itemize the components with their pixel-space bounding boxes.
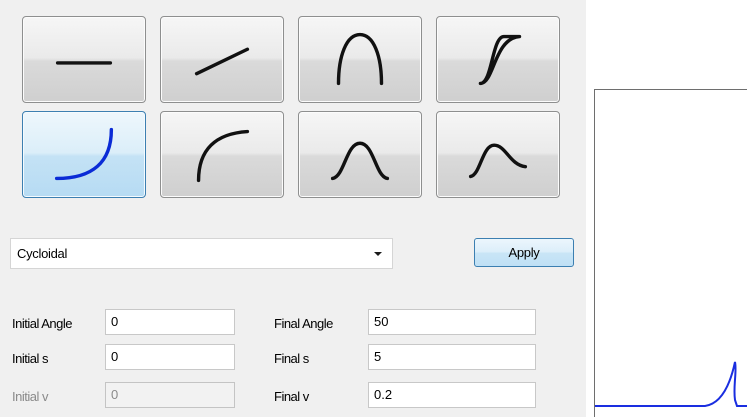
asymmetric-bell-curve-icon bbox=[468, 143, 528, 179]
horizontal-line-button[interactable] bbox=[22, 16, 146, 103]
chevron-down-icon bbox=[374, 252, 382, 256]
s-curve-button[interactable] bbox=[436, 16, 560, 103]
motion-curve bbox=[595, 361, 747, 407]
final-angle-label: Final Angle bbox=[274, 316, 333, 331]
final-s-input[interactable]: 5 bbox=[368, 344, 536, 370]
parabola-arch-button[interactable] bbox=[298, 16, 422, 103]
initial-v-label: Initial v bbox=[12, 389, 48, 404]
final-s-label: Final s bbox=[274, 351, 309, 366]
initial-v-input: 0 bbox=[105, 382, 235, 408]
final-angle-input[interactable]: 50 bbox=[368, 309, 536, 335]
concave-rise-curve-icon bbox=[54, 127, 114, 181]
initial-s-label: Initial s bbox=[12, 351, 48, 366]
horizontal-line-icon bbox=[55, 61, 113, 65]
diagonal-line-button[interactable] bbox=[160, 16, 284, 103]
convex-rise-curve-icon bbox=[196, 129, 250, 183]
s-curve-icon bbox=[478, 34, 522, 86]
motion-preview-plot bbox=[594, 89, 747, 417]
motion-type-dropdown[interactable]: Cycloidal bbox=[10, 238, 393, 269]
final-v-input[interactable]: 0.2 bbox=[368, 382, 536, 408]
parabola-arch-icon bbox=[336, 32, 384, 86]
bell-curve-button[interactable] bbox=[298, 111, 422, 198]
initial-angle-label: Initial Angle bbox=[12, 316, 73, 331]
bell-curve-icon bbox=[330, 141, 390, 181]
asymmetric-bell-curve-button[interactable] bbox=[436, 111, 560, 198]
convex-rise-curve-button[interactable] bbox=[160, 111, 284, 198]
concave-rise-curve-button[interactable] bbox=[22, 111, 146, 198]
apply-button[interactable]: Apply bbox=[474, 238, 574, 267]
motion-type-selected: Cycloidal bbox=[17, 246, 68, 261]
initial-angle-input[interactable]: 0 bbox=[105, 309, 235, 335]
cam-profile-panel: Cycloidal Apply Initial Angle 0 Initial … bbox=[0, 0, 586, 417]
initial-s-input[interactable]: 0 bbox=[105, 344, 235, 370]
final-v-label: Final v bbox=[274, 389, 309, 404]
diagonal-line-icon bbox=[194, 47, 250, 76]
